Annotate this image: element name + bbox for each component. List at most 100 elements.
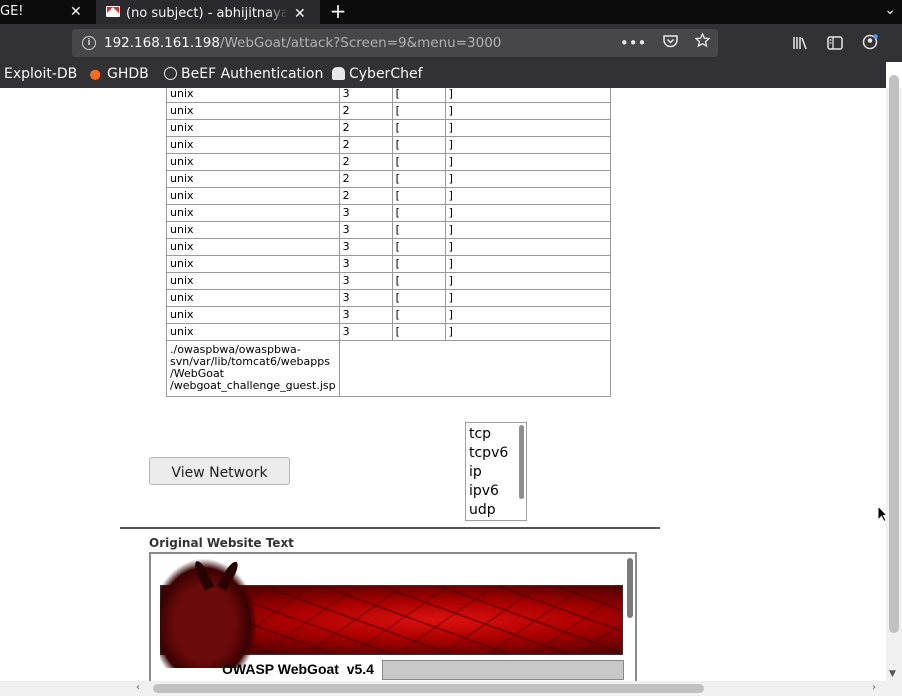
library-icon[interactable]: [792, 36, 808, 54]
bookmark-label: BeEF Authentication: [181, 66, 324, 82]
table-cell: unix: [166, 323, 340, 341]
table-row: unix 3[]: [166, 238, 611, 256]
horizontal-scroll-thumb[interactable]: [153, 684, 704, 693]
path-line: /webgoat_challenge_guest.jsp: [170, 379, 336, 392]
scroll-left-icon[interactable]: ‹: [136, 682, 140, 693]
table-cell: ]: [444, 119, 611, 137]
protocol-option[interactable]: ipv6: [466, 482, 526, 501]
new-tab-button[interactable]: +: [326, 0, 350, 24]
table-row: unix 3[]: [166, 289, 611, 307]
table-row: unix 2[]: [166, 187, 611, 205]
table-cell: unix: [166, 289, 340, 307]
pocket-icon[interactable]: [663, 34, 678, 52]
table-cell: [: [391, 289, 446, 307]
table-cell: 3: [338, 323, 393, 341]
url-host: 192.168.161.198: [104, 35, 220, 51]
original-website-frame: OWASP WebGoat v5.4: [149, 552, 637, 681]
horizontal-scrollbar[interactable]: ‹ ›: [0, 681, 886, 696]
process-table: unix 3[] unix 2[] unix 2[] unix 2[] unix 2[] unix 2…: [166, 88, 611, 397]
close-icon[interactable]: ✕: [294, 2, 306, 26]
table-cell: 3: [338, 306, 393, 324]
close-icon[interactable]: ✕: [70, 0, 82, 24]
table-cell: unix: [166, 238, 340, 256]
protocol-listbox[interactable]: tcp tcpv6 ip ipv6 udp: [465, 422, 527, 521]
table-cell: 3: [338, 221, 393, 239]
tab-challenge[interactable]: GE! ✕: [0, 0, 96, 24]
table-row: unix 3[]: [166, 221, 611, 239]
chef-icon: [332, 67, 345, 80]
star-icon[interactable]: [694, 32, 711, 52]
table-row: unix 3[]: [166, 306, 611, 324]
table-cell: 2: [338, 187, 393, 205]
listbox-scrollbar[interactable]: [519, 425, 524, 499]
table-cell: unix: [166, 136, 340, 154]
protocol-option[interactable]: ip: [466, 463, 526, 482]
table-cell: unix: [166, 272, 340, 290]
url-bar[interactable]: i 192.168.161.198/WebGoat/attack?Screen=…: [72, 29, 718, 57]
bookmark-exploit-db[interactable]: Exploit-DB: [4, 66, 77, 82]
page-content: unix 3[] unix 2[] unix 2[] unix 2[] unix 2[] unix 2…: [0, 88, 886, 681]
table-cell: [: [391, 136, 446, 154]
table-cell: unix: [166, 204, 340, 222]
table-cell: unix: [166, 119, 340, 137]
toolbar-right: [792, 34, 892, 54]
table-cell: 2: [338, 102, 393, 120]
table-cell: unix: [166, 221, 340, 239]
table-cell: 3: [338, 204, 393, 222]
table-row: unix 2[]: [166, 119, 611, 137]
table-cell: [: [391, 323, 446, 341]
scroll-down-icon[interactable]: ▼: [889, 669, 896, 679]
table-cell: 3: [338, 289, 393, 307]
table-row: unix 3[]: [166, 272, 611, 290]
empty-cell: [338, 340, 611, 397]
view-network-button[interactable]: View Network: [149, 457, 290, 485]
table-cell: 3: [338, 272, 393, 290]
table-cell: ]: [444, 272, 611, 290]
bookmark-beef-authentication[interactable]: BeEF Authentication: [164, 66, 323, 82]
table-row: unix 3[]: [166, 255, 611, 273]
protocol-option[interactable]: tcpv6: [466, 444, 526, 463]
webgoat-title: OWASP WebGoat v5.4: [222, 661, 374, 677]
table-cell: [: [391, 238, 446, 256]
bookmark-label: Exploit-DB: [4, 66, 78, 82]
table-cell: [: [391, 255, 446, 273]
table-row: unix 3[]: [166, 323, 611, 341]
protocol-option[interactable]: tcp: [466, 425, 526, 444]
table-cell: [: [391, 187, 446, 205]
table-cell: ]: [444, 289, 611, 307]
scroll-right-icon[interactable]: ›: [872, 682, 876, 693]
bookmark-ghdb[interactable]: GHDB: [90, 66, 149, 82]
account-icon[interactable]: [862, 34, 878, 54]
goat-logo-icon: [160, 558, 258, 668]
bookmark-cyberchef[interactable]: CyberChef: [332, 66, 423, 82]
info-icon[interactable]: i: [82, 36, 96, 50]
mouse-cursor-icon: [877, 504, 889, 527]
url-text[interactable]: 192.168.161.198/WebGoat/attack?Screen=9&…: [104, 35, 501, 51]
tab-list-chevron-icon[interactable]: ⌄: [884, 2, 896, 18]
table-cell: unix: [166, 102, 340, 120]
table-cell: ]: [444, 323, 611, 341]
table-row: unix 3[]: [166, 88, 611, 103]
tab-gmail[interactable]: (no subject) - abhijitnayak ✕: [96, 0, 320, 26]
table-cell: unix: [166, 88, 340, 103]
table-cell: unix: [166, 187, 340, 205]
table-cell: [: [391, 306, 446, 324]
page-actions-icon[interactable]: •••: [620, 34, 647, 52]
table-cell: ]: [444, 170, 611, 188]
process-table-body: unix 3[] unix 2[] unix 2[] unix 2[] unix 2[] unix 2…: [166, 88, 611, 397]
frame-scrollbar[interactable]: [627, 558, 633, 618]
table-row: unix 2[]: [166, 102, 611, 120]
table-row: unix 2[]: [166, 170, 611, 188]
table-cell: [: [391, 221, 446, 239]
globe-icon: [164, 67, 177, 80]
table-cell: ]: [444, 102, 611, 120]
jsp-path-cell: ./owaspbwa/owaspbwa-svn/var/lib/tomcat6/…: [166, 340, 340, 397]
vertical-scrollbar[interactable]: ▼: [886, 75, 902, 681]
protocol-option[interactable]: udp: [466, 501, 526, 520]
sidebar-icon[interactable]: [827, 36, 843, 54]
bookmarks-bar: Exploit-DB GHDB BeEF Authentication Cybe…: [0, 62, 886, 88]
table-cell: [: [391, 88, 446, 103]
url-actions: •••: [608, 32, 711, 52]
vertical-scroll-thumb[interactable]: [889, 75, 899, 633]
table-cell: unix: [166, 306, 340, 324]
